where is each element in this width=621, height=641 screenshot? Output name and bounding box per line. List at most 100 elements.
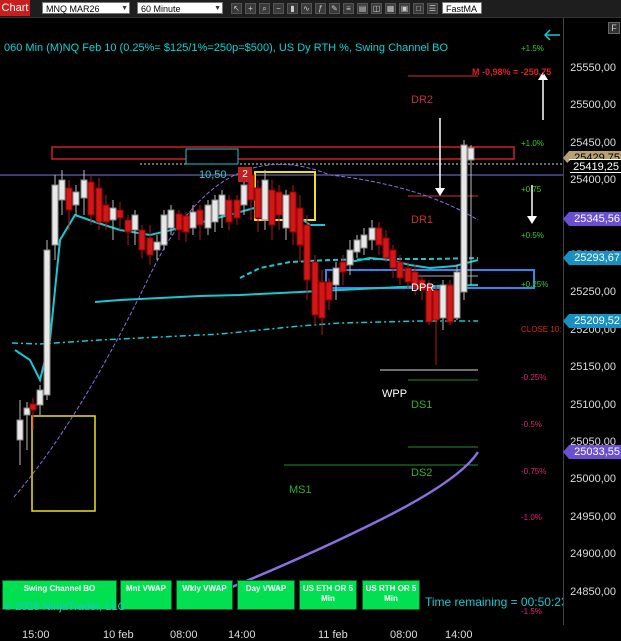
zoom-out-icon[interactable]: − (273, 3, 284, 14)
properties-icon[interactable]: ≡ (343, 3, 354, 14)
crosshair-icon[interactable]: + (245, 3, 256, 14)
candle-body (43, 249, 51, 396)
vwap-lower-band (11, 320, 478, 345)
chart-canvas[interactable] (0, 18, 563, 625)
price-axis[interactable]: F 25550,0025500,0025450,0025400,0025350,… (563, 18, 621, 625)
price-tick: 25450,00 (570, 136, 616, 149)
fastma-selector[interactable]: FastMA (442, 2, 482, 14)
dr1-label: DR1 (411, 214, 434, 226)
list-icon[interactable]: ☰ (427, 3, 438, 14)
candle-body (396, 261, 404, 279)
price-badge-vwap-lower: 25209,52 (563, 314, 621, 328)
candle-body (87, 181, 95, 216)
tile-icon[interactable]: ▦ (385, 3, 396, 14)
candle-body (446, 284, 454, 323)
price-tick: 24950,00 (570, 510, 616, 523)
copyright: © 2026 NinjaTrader, LLC (4, 601, 126, 613)
dpr-label: DPR (411, 282, 435, 294)
candle-body (360, 234, 368, 249)
candle-body (153, 241, 161, 251)
wpp-label: WPP (382, 388, 408, 400)
candle-body (196, 209, 204, 226)
chevron-down-icon: ▼ (121, 5, 128, 12)
fastma-label: FastMA (446, 4, 478, 14)
timeframe-label: 60 Minute (141, 4, 181, 14)
instrument-label: MNQ MAR26 (46, 4, 100, 14)
candle-body (204, 204, 212, 229)
candle-body (65, 187, 73, 211)
candle-body (439, 284, 447, 319)
candle-body (16, 419, 24, 441)
candle-body (339, 261, 347, 273)
price-badge-slow-ma: 25345,56 (563, 212, 621, 226)
template-icon[interactable]: ▤ (357, 3, 368, 14)
candle-body (318, 281, 326, 319)
pct-minus-1-0: -1.0% (521, 513, 542, 522)
candle-body (261, 179, 269, 221)
current-price-badge: 25419,25 (564, 159, 621, 174)
weekly-vwap-button[interactable]: Wkly VWAP (176, 580, 233, 610)
instrument-selector[interactable]: MNQ MAR26 ▼ (42, 2, 130, 14)
candle-body (453, 271, 461, 319)
candle-body (467, 147, 475, 161)
candle-body (325, 281, 333, 301)
ms1-label: MS1 (289, 484, 312, 496)
cursor-icon[interactable]: ↖ (231, 3, 242, 14)
candle-body (51, 184, 59, 246)
pct-minus-0-75: -0.75% (521, 467, 547, 476)
pct-minus-0-5: -0.5% (521, 420, 542, 429)
candle-body (389, 249, 397, 269)
candle-body (346, 249, 354, 266)
ds1-label: DS1 (411, 399, 433, 411)
candle-body (353, 239, 361, 253)
price-tick: 24900,00 (570, 548, 616, 561)
window-icon[interactable]: □ (413, 3, 424, 14)
chart-tab[interactable]: Chart (0, 0, 30, 16)
candle-body (116, 209, 124, 219)
us-eth-or-button[interactable]: US ETH OR 5 Min (299, 580, 357, 610)
strategies-icon[interactable]: ƒ (315, 3, 326, 14)
candle-body (95, 187, 103, 223)
axis-menu-icon[interactable]: F (608, 22, 620, 34)
chart-title: 060 Min (M)NQ Feb 10 (0.25%= $125/1%=250… (4, 42, 448, 54)
candle-body (189, 211, 197, 229)
percent-change-annotation: M -0,98% = -250,75 (472, 67, 552, 77)
price-tick: 25100,00 (570, 398, 616, 411)
candle-body (175, 213, 183, 231)
indicators-icon[interactable]: ∿ (301, 3, 312, 14)
toolbar: Chart MNQ MAR26 ▼ 60 Minute ▼ ↖ + ⌕ − ▮ ∿ … (0, 0, 621, 18)
us-rth-or-button[interactable]: US RTH OR 5 Min (362, 580, 420, 610)
dr2-label: DR2 (411, 94, 434, 106)
snapshot-icon[interactable]: ◫ (371, 3, 382, 14)
price-badge-monthly-vwap: 25033,55 (563, 445, 621, 459)
candle-body (36, 389, 44, 406)
timeframe-selector[interactable]: 60 Minute ▼ (137, 2, 223, 14)
close-label: CLOSE 10: (521, 325, 562, 334)
time-tick-4: 11 feb (318, 629, 348, 641)
candle-body (368, 227, 376, 241)
candle-body (23, 407, 31, 416)
zoom-icon[interactable]: ⌕ (259, 3, 270, 14)
price-tick: 25250,00 (570, 286, 616, 299)
pct-plus-0-75: +0.75 (521, 185, 542, 194)
up-arrow (538, 72, 548, 120)
day-vwap-button[interactable]: Day VWAP (237, 580, 295, 610)
chart-style-icon[interactable]: ▮ (287, 3, 298, 14)
time-tick-5: 08:00 (390, 629, 418, 641)
candle-body (332, 267, 340, 286)
candle-body (240, 184, 248, 206)
candle-body (124, 219, 132, 233)
chart-panel[interactable]: 060 Min (M)NQ Feb 10 (0.25%= $125/1%=250… (0, 18, 568, 641)
candle-body (460, 144, 468, 293)
price-tick: 24850,00 (570, 585, 616, 598)
candle-body (80, 179, 88, 199)
price-badge-vwap-day: 25293,67 (563, 251, 621, 265)
candle-body (160, 214, 168, 246)
data-box-icon[interactable]: ▣ (399, 3, 410, 14)
drawing-tools-icon[interactable]: ✎ (329, 3, 340, 14)
candle-body (303, 224, 311, 281)
monthly-vwap-button[interactable]: Mnt VWAP (120, 580, 172, 610)
candle-body (275, 191, 283, 216)
time-tick-2: 08:00 (170, 629, 198, 641)
candle-body (289, 191, 297, 233)
